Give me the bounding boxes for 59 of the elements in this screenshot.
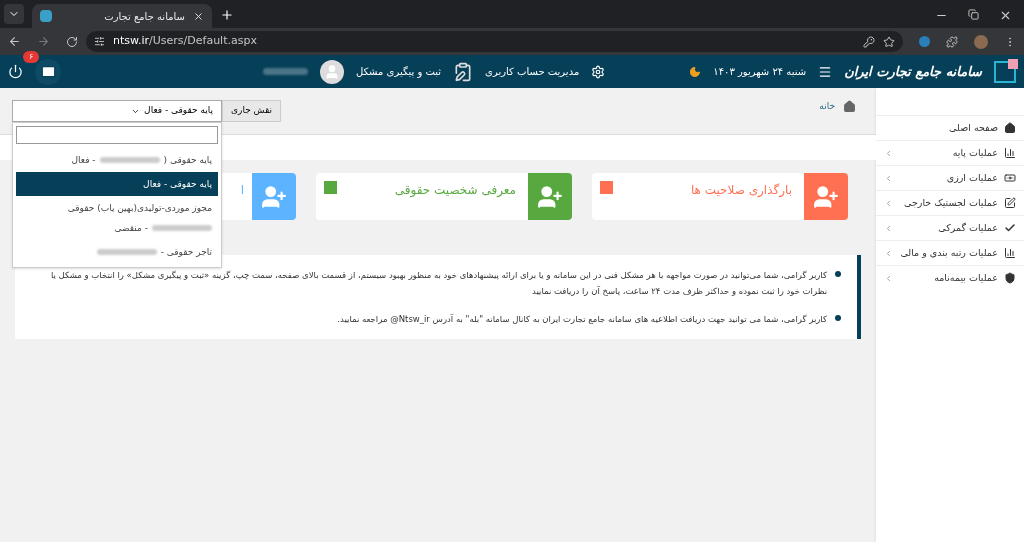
shield-icon <box>1004 272 1016 284</box>
puzzle-icon[interactable] <box>946 35 958 48</box>
tab-list-button[interactable] <box>4 4 24 24</box>
url-text: ntsw.ir/Users/Default.aspx <box>113 33 257 50</box>
mail-icon <box>40 64 56 79</box>
role-label: نقش جاری <box>222 100 282 122</box>
role-option[interactable]: پایه حقوقی - فعال <box>16 172 218 196</box>
role-option[interactable]: مجوز موردی-تولیدی(بهین یاب) حقوقی - منقضی <box>16 196 218 240</box>
moon-icon[interactable] <box>689 65 702 78</box>
banknote-icon <box>1004 172 1016 184</box>
bullet-icon <box>835 315 841 321</box>
settings-icon[interactable] <box>591 64 606 79</box>
bar-chart-icon <box>1004 147 1016 159</box>
favicon <box>40 10 52 22</box>
mail-button[interactable] <box>35 58 61 85</box>
account-link[interactable]: مدیریت حساب کاربری <box>485 64 580 79</box>
bookmark-icon[interactable] <box>883 35 895 48</box>
breadcrumb-link[interactable]: خانه <box>819 100 835 114</box>
address-bar[interactable]: ntsw.ir/Users/Default.aspx <box>86 31 903 52</box>
site-settings-icon[interactable] <box>94 36 105 47</box>
tab-title: سامانه جامع تجارت <box>103 9 185 24</box>
role-option[interactable]: پایه حقوقی ( - فعال <box>16 148 218 172</box>
logo-icon <box>994 60 1016 83</box>
issue-link[interactable]: ثبت و پیگیری مشکل <box>356 64 442 79</box>
sidebar-item[interactable]: عملیات پایه <box>876 140 1024 165</box>
forward-icon[interactable] <box>37 35 50 48</box>
home-icon <box>1004 122 1016 134</box>
sidebar-item[interactable]: عملیات لجستیک خارجی <box>876 190 1024 215</box>
role-option[interactable]: تاجر حقوقی - <box>16 240 218 264</box>
site-title[interactable]: سامانه جامع تجارت ایران <box>844 61 982 82</box>
profile-avatar[interactable] <box>974 34 988 49</box>
user-avatar[interactable] <box>320 59 344 84</box>
role-select[interactable]: پایه حقوقی - فعال <box>12 100 222 122</box>
home-icon <box>843 100 856 113</box>
back-icon[interactable] <box>8 35 21 48</box>
close-icon[interactable] <box>193 10 204 22</box>
notice-text: کاربر گرامی، شما می‌توانید در صورت مواجهه با هر مشکل فنی در این سامانه و یا برای ارائه پیشنهادهای خود به منظور بهبود سیستم، از قسمت بالای صفحه، سمت چپ، گزینه «ثبت و پیگیری مشکل» را انتخاب و مشکل یا نظرات خود را ثبت نموده و حداکثر ظرف مدت ۲۴ ساعت، پاسخ آن را دریافت نمایید <box>49 269 827 298</box>
sidebar-item[interactable]: عملیات گمرکی <box>876 215 1024 240</box>
edit-icon <box>1004 197 1016 209</box>
browser-tab[interactable]: سامانه جامع تجارت <box>32 4 212 28</box>
bullet-icon <box>835 271 841 277</box>
power-icon[interactable] <box>8 64 23 79</box>
search-field[interactable] <box>16 126 218 144</box>
notice-text: کاربر گرامی، شما می توانید جهت دریافت اطلاعیه های سامانه جامع تجارت ایران به کانال سامانه "بله" به آدرس Ntsw_ir@ مراجعه نمایید. <box>337 313 827 326</box>
clipboard-icon[interactable] <box>453 61 474 82</box>
reload-icon[interactable] <box>66 35 78 48</box>
sidebar-item[interactable]: عملیات رتبه بندی و مالی <box>876 240 1024 265</box>
extension-icon[interactable] <box>919 36 930 47</box>
restore-icon[interactable] <box>968 9 979 20</box>
sidebar-item[interactable]: عملیات ارزی <box>876 165 1024 190</box>
sidebar-item[interactable]: عملیات بیمه‌نامه <box>876 265 1024 290</box>
menu-icon[interactable] <box>818 64 833 79</box>
date-text: شنبه ۲۴ شهریور ۱۴۰۳ <box>713 65 807 79</box>
check-icon <box>1004 222 1016 234</box>
close-icon[interactable] <box>999 9 1012 22</box>
bar-chart-icon <box>1004 247 1016 259</box>
new-tab-icon[interactable] <box>220 8 234 22</box>
key-icon[interactable] <box>863 35 875 48</box>
sidebar-item[interactable]: صفحه اصلی <box>876 115 1024 140</box>
